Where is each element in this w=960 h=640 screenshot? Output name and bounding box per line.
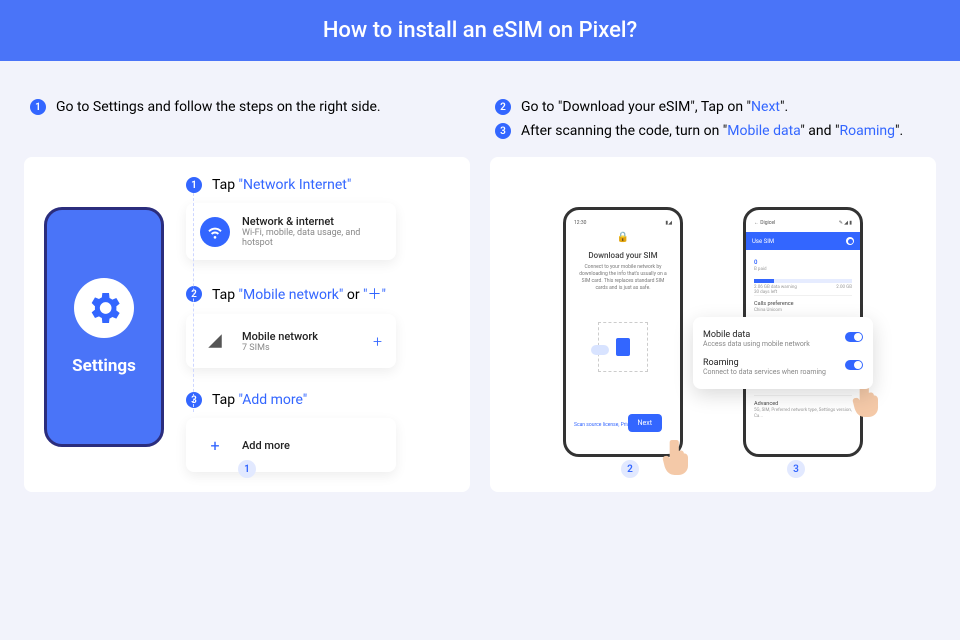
scan-illustration [598,322,648,372]
download-sim-title: Download your SIM [574,251,672,260]
step-badge: 1 [186,177,202,193]
panel-number-1: 1 [238,460,256,478]
panel-number-2: 2 [621,460,639,478]
gear-icon [74,278,134,338]
download-sim-phone: 12:30▮◢ 🔒 Download your SIM Connect to y… [563,207,683,457]
roaming-toggle[interactable] [845,360,863,370]
network-internet-card[interactable]: Network & internetWi-Fi, mobile, data us… [186,203,396,260]
settings-label: Settings [72,356,136,376]
hand-pointer-icon [661,435,695,475]
mobile-data-row[interactable]: Mobile dataAccess data using mobile netw… [703,325,863,353]
plus-icon[interactable]: + [373,332,382,351]
step-badge: 2 [186,286,202,302]
toggle-on-icon[interactable] [846,237,854,245]
step-badge-3: 3 [495,123,511,139]
instruction-text: Go to "Download your eSIM", Tap on "Next… [521,99,788,115]
toggle-popup: Mobile dataAccess data using mobile netw… [693,317,873,389]
lock-icon: 🔒 [574,232,672,243]
use-sim-row[interactable]: Use SIM [746,232,860,250]
plus-icon: + [200,430,230,460]
instruction-text: Go to Settings and follow the steps on t… [56,99,381,115]
download-sim-desc: Connect to your mobile network by downlo… [574,264,672,292]
page-title: How to install an eSIM on Pixel? [0,0,960,61]
step-text: Tap "Add more" [212,392,307,408]
panel-left: Settings 1 Tap "Network Internet" Networ… [24,157,470,492]
add-more-card[interactable]: + Add more [186,418,396,472]
wifi-icon [200,217,230,247]
mobile-network-card[interactable]: Mobile network7 SIMs + [186,314,396,368]
step-badge-2: 2 [495,99,511,115]
step-badge-1: 1 [30,99,46,115]
instruction-text: After scanning the code, turn on "Mobile… [521,123,903,139]
step-badge: 3 [186,392,202,408]
step-text: Tap "Mobile network" or "＋" [212,284,386,304]
panel-number-3: 3 [787,460,805,478]
settings-phone-mock: Settings [44,207,164,447]
mobile-data-toggle[interactable] [845,332,863,342]
panel-right: 12:30▮◢ 🔒 Download your SIM Connect to y… [490,157,936,492]
next-button[interactable]: Next [628,414,662,432]
top-instructions: 1 Go to Settings and follow the steps on… [0,61,960,157]
signal-icon [200,326,230,356]
roaming-row[interactable]: RoamingConnect to data services when roa… [703,353,863,381]
step-text: Tap "Network Internet" [212,177,351,193]
